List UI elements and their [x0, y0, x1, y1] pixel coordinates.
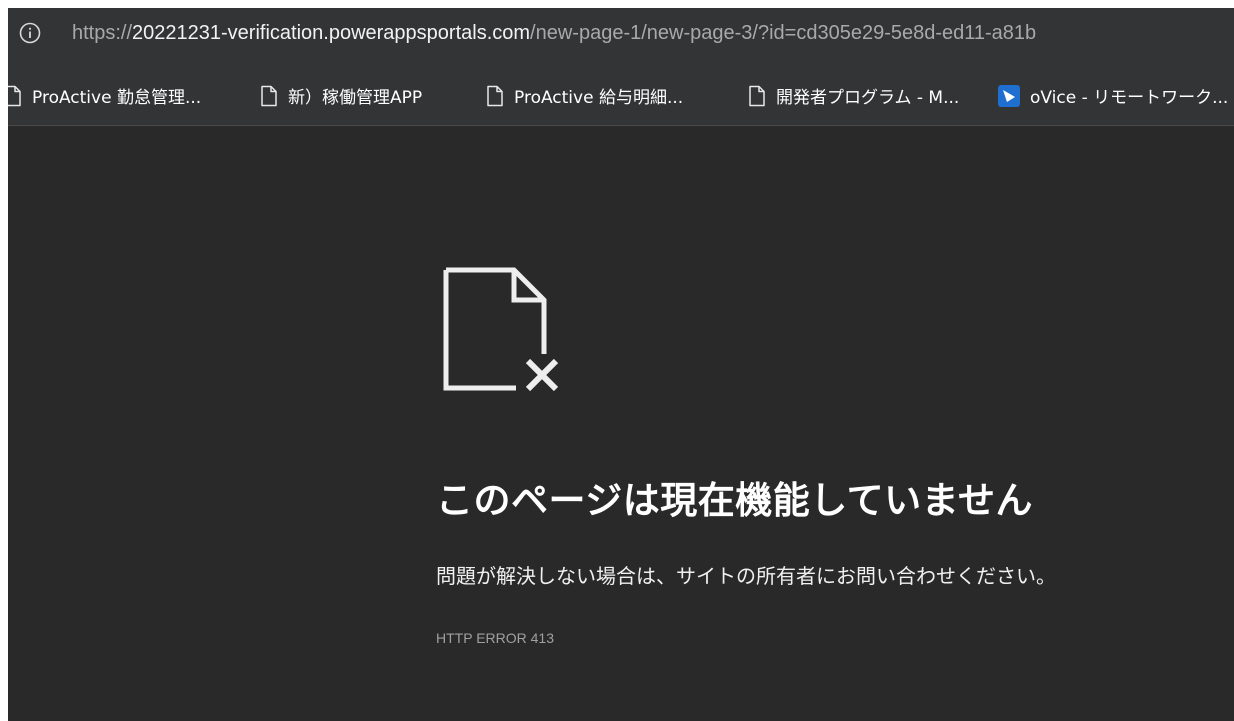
bookmark-label: 新）稼働管理APP	[288, 88, 423, 108]
bookmark-label: ProActive 勤怠管理...	[32, 88, 202, 108]
broken-page-icon	[440, 266, 566, 394]
error-description: 問題が解決しない場合は、サイトの所有者にお問い合わせください。	[436, 564, 1056, 588]
bookmark-label: 開発者プログラム - M...	[776, 88, 960, 108]
url-domain: 20221231-verification.powerappsportals.c…	[132, 22, 531, 44]
page-icon	[8, 85, 22, 107]
error-code: HTTP ERROR 413	[436, 630, 554, 646]
bookmarks-bar: ProActive 勤怠管理... 新）稼働管理APP ProActive 給与…	[8, 66, 1234, 126]
url-path: /new-page-1/new-page-3/?id=cd305e29-5e8d…	[530, 22, 1037, 44]
browser-window: https://20221231-verification.powerappsp…	[8, 8, 1234, 721]
url-field[interactable]: https://20221231-verification.powerappsp…	[72, 20, 1036, 46]
bookmark-label: oVice - リモートワーク...	[1030, 88, 1229, 108]
bookmark-label: ProActive 給与明細...	[514, 88, 684, 108]
info-circle-icon[interactable]	[19, 22, 41, 44]
bookmark-proactive-payslip[interactable]: ProActive 給与明細...	[486, 66, 683, 125]
page-icon	[260, 85, 278, 107]
address-bar: https://20221231-verification.powerappsp…	[8, 8, 1234, 66]
page-icon	[486, 85, 504, 107]
bookmark-proactive-attendance[interactable]: ProActive 勤怠管理...	[8, 66, 201, 125]
bookmark-work-management-app[interactable]: 新）稼働管理APP	[260, 66, 422, 125]
error-title: このページは現在機能していません	[436, 479, 1034, 522]
bookmark-ovice[interactable]: oVice - リモートワーク...	[998, 66, 1228, 125]
bookmark-developer-program[interactable]: 開発者プログラム - M...	[748, 66, 959, 125]
url-scheme: https://	[72, 22, 133, 44]
page-icon	[748, 85, 766, 107]
ovice-icon	[998, 84, 1020, 107]
